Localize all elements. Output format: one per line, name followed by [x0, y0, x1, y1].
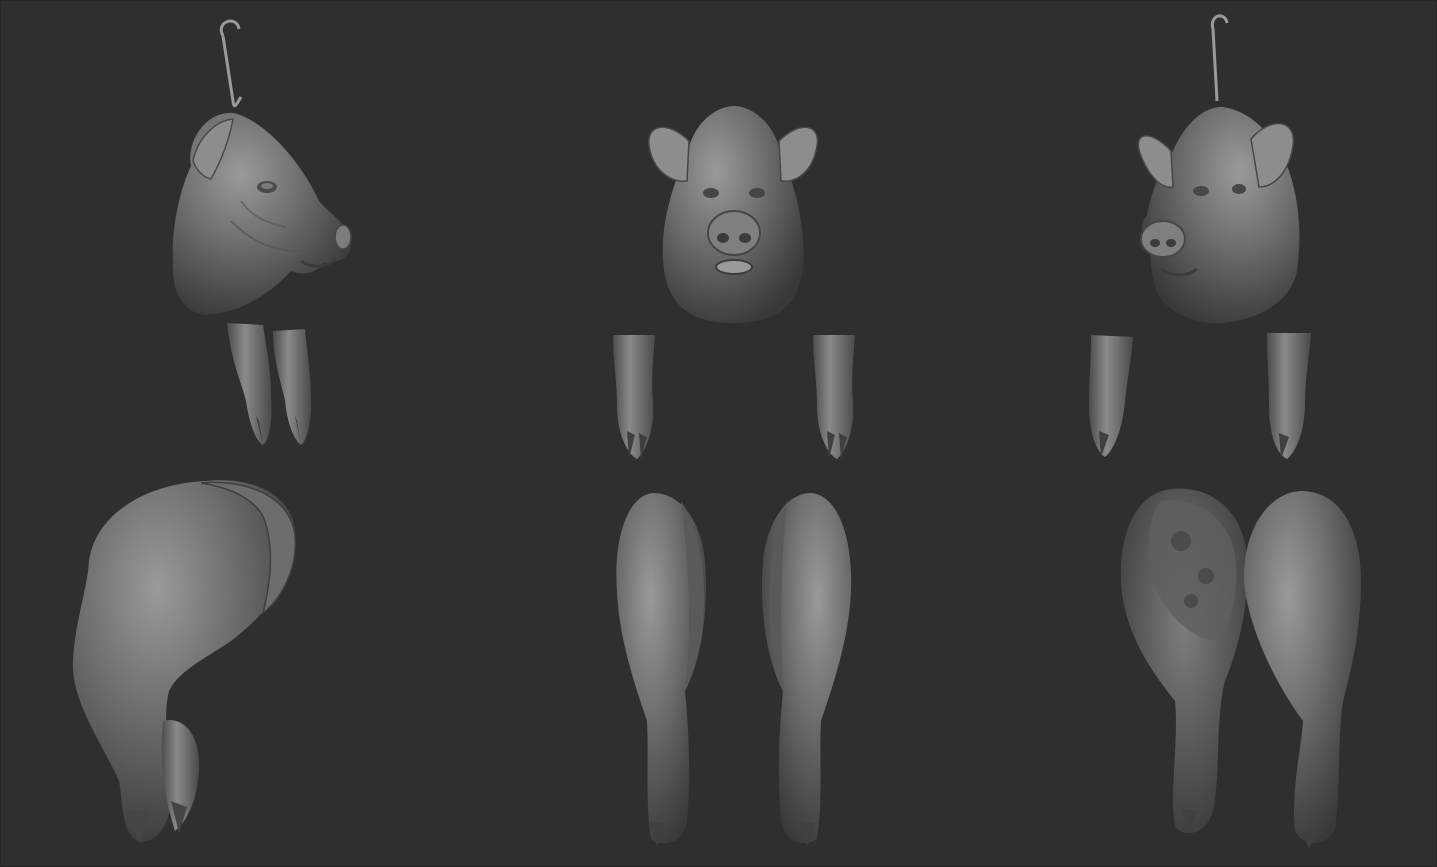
front-trotter-left: [1089, 335, 1133, 457]
front-trotter-left: [613, 335, 655, 459]
front-trotter-right: [1267, 333, 1311, 459]
pig-head: [648, 106, 819, 323]
front-trotter-left: [227, 323, 272, 445]
hind-leg-ham: [72, 480, 297, 843]
side-view: [72, 19, 352, 843]
sculpt-viewport[interactable]: [0, 0, 1437, 867]
hind-leg-ham-right: [761, 493, 852, 847]
hind-leg-ham-left: [1120, 488, 1248, 834]
front-view: [613, 13, 855, 847]
pig-head: [1137, 106, 1300, 324]
hind-leg-ham-right: [1244, 491, 1361, 849]
three-quarter-view: [1089, 14, 1361, 849]
hind-leg-ham-left: [616, 493, 707, 847]
front-trotter-right: [813, 335, 855, 459]
sculpt-canvas[interactable]: [1, 1, 1436, 866]
front-trotter-right: [273, 329, 312, 445]
hook: [1210, 14, 1229, 102]
hook: [219, 19, 243, 108]
pig-head: [172, 112, 352, 315]
